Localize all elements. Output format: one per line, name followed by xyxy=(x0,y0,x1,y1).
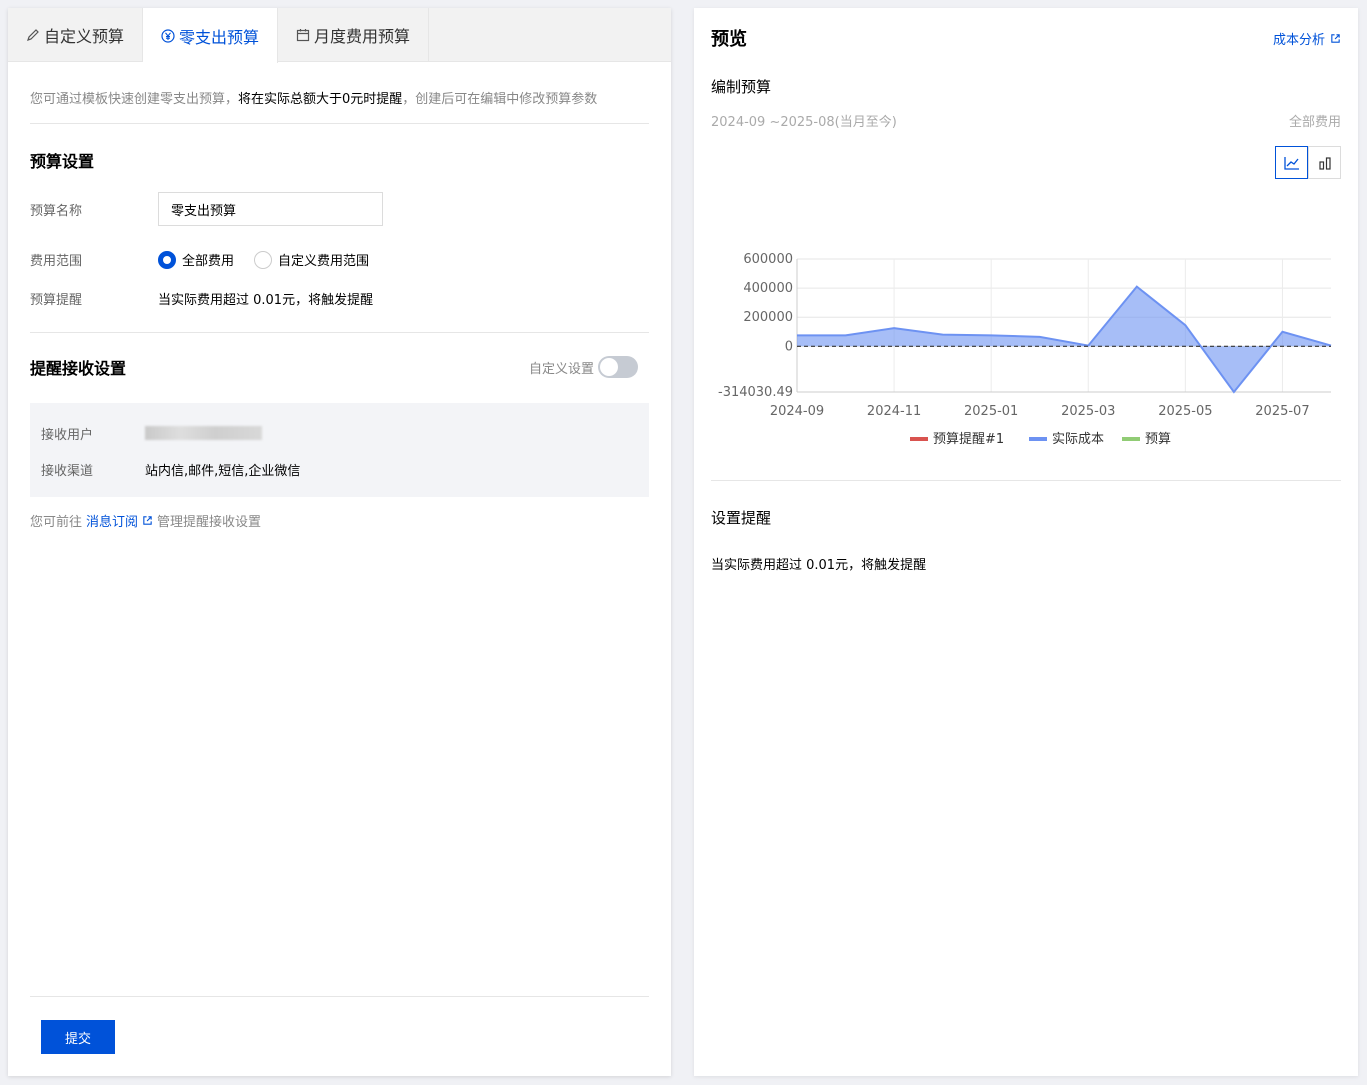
line-chart-icon xyxy=(1283,156,1299,170)
y-tick-label: -314030.49 xyxy=(718,385,793,400)
custom-settings-toggle[interactable] xyxy=(598,356,638,378)
subscribe-suffix: 管理提醒接收设置 xyxy=(157,515,262,530)
tab-label: 月度费用预算 xyxy=(314,26,411,46)
budget-alert-value: 当实际费用超过 0.01元，将触发提醒 xyxy=(158,293,374,308)
receive-user-label: 接收用户 xyxy=(41,427,94,443)
budget-alert-label: 预算提醒 xyxy=(30,293,83,308)
actual-cost-area xyxy=(797,286,1331,392)
scope-label: 费用范围 xyxy=(30,254,83,269)
preview-title: 预览 xyxy=(711,29,747,50)
tab-custom-budget[interactable]: 自定义预算 xyxy=(8,8,144,61)
x-tick-label: 2025-07 xyxy=(1255,404,1309,419)
budget-chart: 600000 400000 200000 0 -314030.49 2024-09 2024… xyxy=(711,187,1341,497)
radio-label: 全部费用 xyxy=(182,254,235,269)
subscribe-prefix: 您可前往 xyxy=(30,515,83,530)
legend-label: 实际成本 xyxy=(1052,432,1104,447)
message-subscription-link[interactable]: 消息订阅 xyxy=(86,511,138,530)
legend-label: 预算 xyxy=(1145,432,1171,447)
pencil-icon xyxy=(27,28,39,41)
radio-dot-checked xyxy=(158,250,176,269)
tab-label: 零支出预算 xyxy=(179,27,260,47)
y-tick-label: 400000 xyxy=(743,281,793,296)
receive-settings-title: 提醒接收设置 xyxy=(30,359,127,378)
template-hint: 您可通过模板快速创建零支出预算，将在实际总额大于0元时提醒，创建后可在编辑中修改… xyxy=(30,62,649,124)
legend-label: 预算提醒#1 xyxy=(933,431,1004,447)
radio-dot xyxy=(254,250,273,269)
tab-label: 自定义预算 xyxy=(44,26,125,46)
budget-form-panel: 自定义预算 零支出预算 月度费用预算 您可通过模板快速创建零支出预算，将在实际总… xyxy=(8,8,671,1076)
bar-chart-toggle[interactable] xyxy=(1308,146,1341,179)
hint-emphasis: 将在实际总额大于0元时提醒 xyxy=(238,92,403,107)
x-tick-label: 2025-05 xyxy=(1158,404,1212,419)
preview-panel: 预览 成本分析 编制预算 2024-09 ~2025-08(当月至今) 全部费用… xyxy=(694,8,1358,1076)
alert-settings-title: 设置提醒 xyxy=(711,509,772,527)
y-tick-label: 600000 xyxy=(743,252,793,267)
receive-info-box: 接收用户 接收渠道 站内信,邮件,短信,企业微信 xyxy=(30,403,649,497)
yen-circle-icon xyxy=(161,28,175,43)
x-tick-label: 2025-03 xyxy=(1061,404,1115,419)
receive-channel-value: 站内信,邮件,短信,企业微信 xyxy=(145,463,301,479)
y-tick-label: 200000 xyxy=(743,310,793,325)
alert-settings-text: 当实际费用超过 0.01元，将触发提醒 xyxy=(711,558,927,573)
y-tick-label: 0 xyxy=(785,339,793,354)
chart-svg: 600000 400000 200000 0 -314030.49 2024-09 2024… xyxy=(718,252,1332,447)
cost-scope: 全部费用 xyxy=(1288,115,1341,130)
scope-radio-all[interactable]: 全部费用 xyxy=(158,250,234,269)
radio-label: 自定义费用范围 xyxy=(278,254,370,269)
budget-name-label: 预算名称 xyxy=(30,203,83,219)
calendar-icon xyxy=(296,28,310,41)
toggle-knob xyxy=(600,358,618,376)
budget-settings-title: 预算设置 xyxy=(30,152,95,171)
external-link-icon xyxy=(143,516,152,525)
cost-analysis-label: 成本分析 xyxy=(1272,32,1325,48)
hint-prefix: 您可通过模板快速创建零支出预算， xyxy=(30,92,239,107)
legend-swatch xyxy=(1029,437,1047,441)
submit-button[interactable]: 提交 xyxy=(41,1020,115,1054)
cost-analysis-link[interactable]: 成本分析 xyxy=(1273,29,1341,48)
footer-divider xyxy=(30,996,649,997)
budget-name-input[interactable] xyxy=(158,192,383,226)
legend-swatch xyxy=(910,437,928,441)
scope-radio-custom[interactable]: 自定义费用范围 xyxy=(254,250,369,269)
external-link-icon xyxy=(1331,33,1340,43)
budget-section-title: 编制预算 xyxy=(711,78,772,96)
x-tick-label: 2024-11 xyxy=(867,404,921,419)
x-tick-label: 2024-09 xyxy=(770,404,824,419)
custom-settings-label: 自定义设置 xyxy=(528,361,594,377)
date-range: 2024-09 ~2025-08(当月至今) xyxy=(711,115,897,130)
subscribe-hint: 您可前往 消息订阅 管理提醒接收设置 xyxy=(30,511,649,530)
line-chart-toggle[interactable] xyxy=(1275,146,1308,179)
tab-monthly-budget[interactable]: 月度费用预算 xyxy=(278,8,430,61)
hint-suffix: ，创建后可在编辑中修改预算参数 xyxy=(402,92,598,107)
budget-type-tabs: 自定义预算 零支出预算 月度费用预算 xyxy=(8,8,671,63)
receive-user-redacted xyxy=(145,426,262,440)
receive-channel-label: 接收渠道 xyxy=(41,463,94,479)
legend-swatch xyxy=(1122,437,1140,441)
tab-zero-spend-budget[interactable]: 零支出预算 xyxy=(143,8,279,63)
bar-chart-icon xyxy=(1318,156,1331,170)
x-tick-label: 2025-01 xyxy=(964,404,1018,419)
section-divider xyxy=(30,332,649,333)
